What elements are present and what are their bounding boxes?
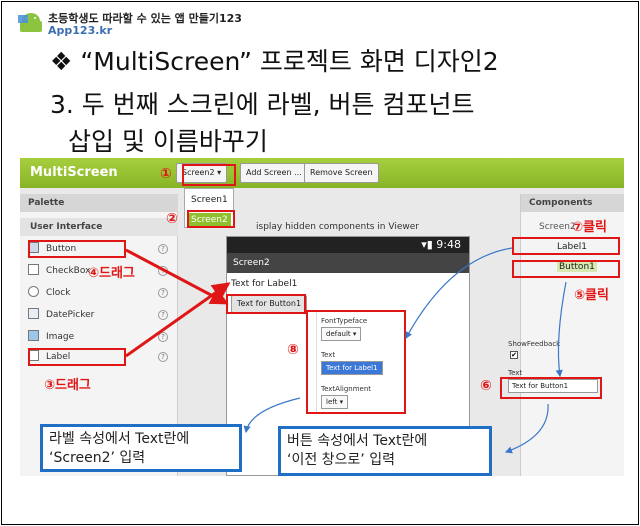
link-arrow-label-props: [405, 247, 513, 340]
link-arrow-button-props: [555, 281, 567, 378]
callout-label-instruction: 라벨 속성에서 Text란에 ‘Screen2’ 입력: [40, 424, 242, 472]
callout-button-instruction: 버튼 속성에서 Text란에 ‘이전 창으로’ 입력: [278, 426, 492, 476]
link-arrow-right-callout: [504, 403, 549, 454]
drag-arrow-label: [125, 282, 231, 358]
